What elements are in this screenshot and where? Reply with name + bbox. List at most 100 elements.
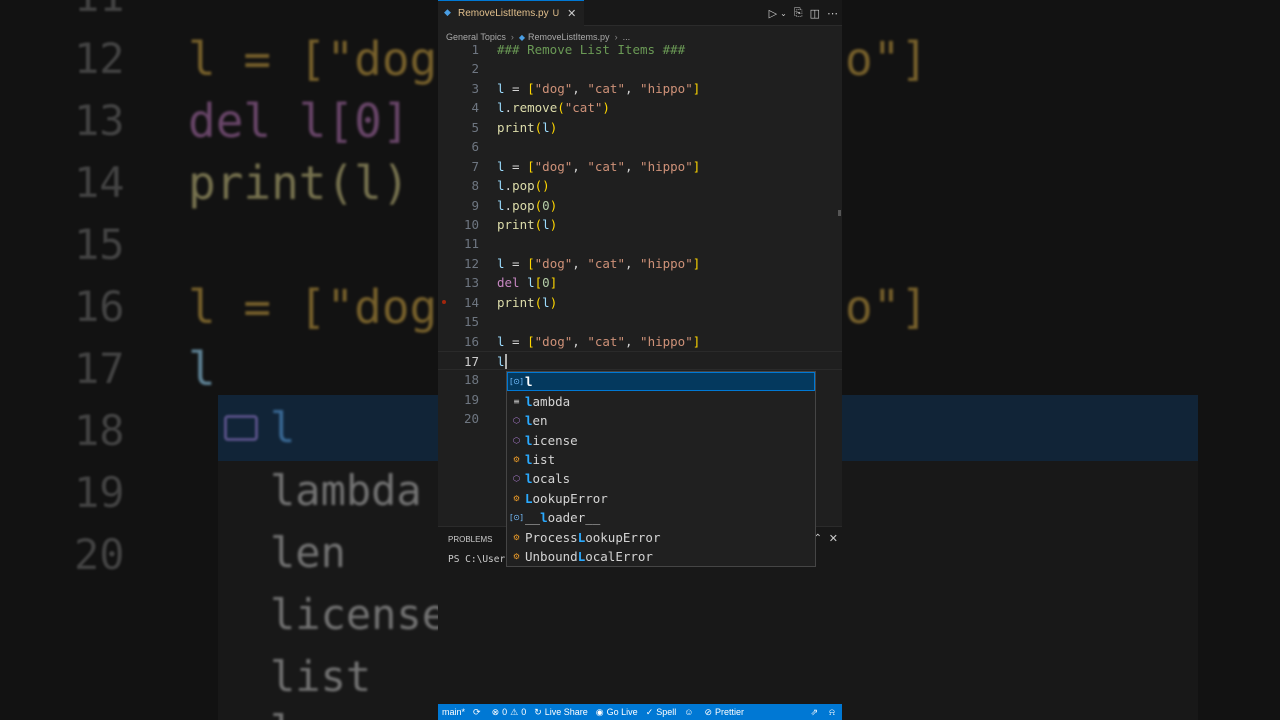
split-editor-icon[interactable]: ◫ xyxy=(810,7,820,20)
branch-label: main* xyxy=(442,707,466,717)
notifications-button[interactable]: ⍾ xyxy=(825,704,842,720)
code-line[interactable]: 3 l = ["dog", "cat", "hippo"] xyxy=(438,79,842,98)
code-line[interactable]: 8 l.pop() xyxy=(438,176,842,195)
bg-line-number: 16 xyxy=(74,282,125,331)
code-token: "hippo" xyxy=(640,80,693,96)
code-line[interactable]: 12 l = ["dog", "cat", "hippo"] xyxy=(438,254,842,273)
variable-icon: [⊙] xyxy=(510,513,523,523)
copilot-icon: ☺ xyxy=(684,707,694,717)
suggestion-label-hl: L xyxy=(525,490,533,506)
run-icon[interactable]: ▷ xyxy=(769,7,777,20)
prettier-button[interactable]: ⊘ Prettier xyxy=(700,704,748,720)
more-actions-icon[interactable]: ⋯ xyxy=(827,7,838,20)
tab-problems[interactable]: PROBLEMS xyxy=(448,535,492,544)
bg-line-number: 11 xyxy=(74,0,125,21)
line-number: 7 xyxy=(471,158,479,174)
suggestion-label-post: ocalError xyxy=(585,549,653,565)
line-number: 4 xyxy=(471,100,479,116)
code-line-content: l.pop() xyxy=(497,176,550,195)
warning-count: 0 xyxy=(521,707,527,717)
code-line[interactable]: 1 ### Remove List Items ### xyxy=(438,40,842,59)
suggestion-item[interactable]: [⊙] __loader__ xyxy=(507,508,815,527)
go-live-button[interactable]: ◉ Go Live xyxy=(592,704,642,720)
code-token: [ xyxy=(527,158,535,174)
code-token: l xyxy=(542,216,550,232)
line-number: 13 xyxy=(463,275,479,291)
terminal-prompt[interactable]: PS C:\User xyxy=(448,554,505,565)
breakpoint-dot-icon[interactable] xyxy=(442,300,446,304)
suggestion-label-pre: Process xyxy=(525,529,578,545)
code-line[interactable]: 11 xyxy=(438,234,842,253)
sync-button[interactable]: ⟳ xyxy=(469,704,488,720)
line-number: 15 xyxy=(463,314,479,330)
suggestion-item[interactable]: ⚙ list xyxy=(507,450,815,469)
code-token: l xyxy=(497,333,505,349)
code-token: ) xyxy=(549,216,558,232)
code-token: l xyxy=(497,158,505,174)
suggestion-label-hl: l xyxy=(525,432,533,448)
code-token: = xyxy=(504,255,528,271)
code-line[interactable]: 14 print(l) xyxy=(438,293,842,312)
code-line[interactable]: 17 l xyxy=(438,351,842,371)
bg-line-number: 13 xyxy=(74,96,125,145)
suggestion-label-pre: __ xyxy=(525,510,541,526)
bg-suggest-item: license xyxy=(270,590,448,639)
compare-changes-icon[interactable]: ⎘ xyxy=(794,6,803,20)
error-icon: ⊗ xyxy=(491,706,500,717)
code-line[interactable]: 7 l = ["dog", "cat", "hippo"] xyxy=(438,157,842,176)
code-line[interactable]: 9 l.pop(0) xyxy=(438,196,842,215)
code-line[interactable]: 6 xyxy=(438,137,842,156)
code-line-content: l.remove("cat") xyxy=(497,98,610,117)
problems-indicator[interactable]: ⊗ 0 ⚠ 0 xyxy=(488,704,531,720)
autocomplete-suggestions: [⊙] l ≡ lambda ⬡ len ⬡ license ⚙ list ⬡ locals ⚙ Look… xyxy=(506,371,816,567)
close-icon[interactable]: ✕ xyxy=(567,7,576,20)
code-line[interactable]: 13 del l[0] xyxy=(438,273,842,292)
code-token: ] xyxy=(692,80,701,96)
suggestion-item[interactable]: ≡ lambda xyxy=(507,391,815,410)
branch-item[interactable]: main* xyxy=(438,704,469,720)
code-line[interactable]: 15 xyxy=(438,312,842,331)
run-dropdown-chevron-icon[interactable]: ⌄ xyxy=(780,9,787,18)
suggestion-item[interactable]: ⬡ license xyxy=(507,430,815,449)
suggestion-item[interactable]: ⚙ LookupError xyxy=(507,489,815,508)
code-token: [ xyxy=(527,80,535,96)
feedback-button[interactable]: ⇗ xyxy=(806,704,825,720)
code-line[interactable]: 10 print(l) xyxy=(438,215,842,234)
tab-filename: RemoveListItems.py xyxy=(458,7,549,19)
suggestion-label-post: en xyxy=(532,413,548,429)
spell-button[interactable]: ✓ Spell xyxy=(642,704,681,720)
code-token: , xyxy=(624,255,641,271)
suggestion-label-post: icense xyxy=(532,432,578,448)
code-line[interactable]: 4 l.remove("cat") xyxy=(438,98,842,117)
suggestion-label-hl: l xyxy=(525,374,533,390)
code-token: l xyxy=(497,80,505,96)
suggestion-item[interactable]: ⚙ ProcessLookupError xyxy=(507,528,815,547)
copilot-button[interactable]: ☺ xyxy=(680,704,700,720)
code-token: ### Remove List Items ### xyxy=(497,42,686,57)
suggestion-item[interactable]: ⬡ locals xyxy=(507,469,815,488)
broadcast-icon: ◉ xyxy=(595,706,604,717)
bg-line-number: 18 xyxy=(74,406,125,455)
code-token: 0 xyxy=(542,275,550,291)
code-token: 0 xyxy=(542,197,550,213)
line-number: 8 xyxy=(471,178,479,194)
code-line[interactable]: 16 l = ["dog", "cat", "hippo"] xyxy=(438,332,842,351)
code-token: "cat" xyxy=(587,80,625,96)
code-token: l xyxy=(497,100,505,116)
live-share-button[interactable]: ↻ Live Share xyxy=(530,704,592,720)
close-panel-icon[interactable]: ✕ xyxy=(829,532,838,545)
code-line[interactable]: 2 xyxy=(438,59,842,78)
class-icon: ⚙ xyxy=(512,552,521,562)
suggestion-label: UnboundLocalError xyxy=(525,549,653,564)
code-line-content: print(l) xyxy=(497,118,557,137)
code-token: ) xyxy=(549,197,558,213)
suggestion-label-post: ookupError xyxy=(532,490,608,506)
suggestion-label: locals xyxy=(525,471,570,486)
suggestion-item[interactable]: [⊙] l xyxy=(507,372,815,392)
suggestion-item[interactable]: ⬡ len xyxy=(507,411,815,430)
code-token: ) xyxy=(549,294,558,310)
bg-suggest-item: l xyxy=(270,403,296,452)
suggestion-item[interactable]: ⚙ UnboundLocalError xyxy=(507,547,815,566)
tab-remove-list-items[interactable]: ◆ RemoveListItems.py U ✕ xyxy=(438,0,585,26)
code-line[interactable]: 5 print(l) xyxy=(438,118,842,137)
